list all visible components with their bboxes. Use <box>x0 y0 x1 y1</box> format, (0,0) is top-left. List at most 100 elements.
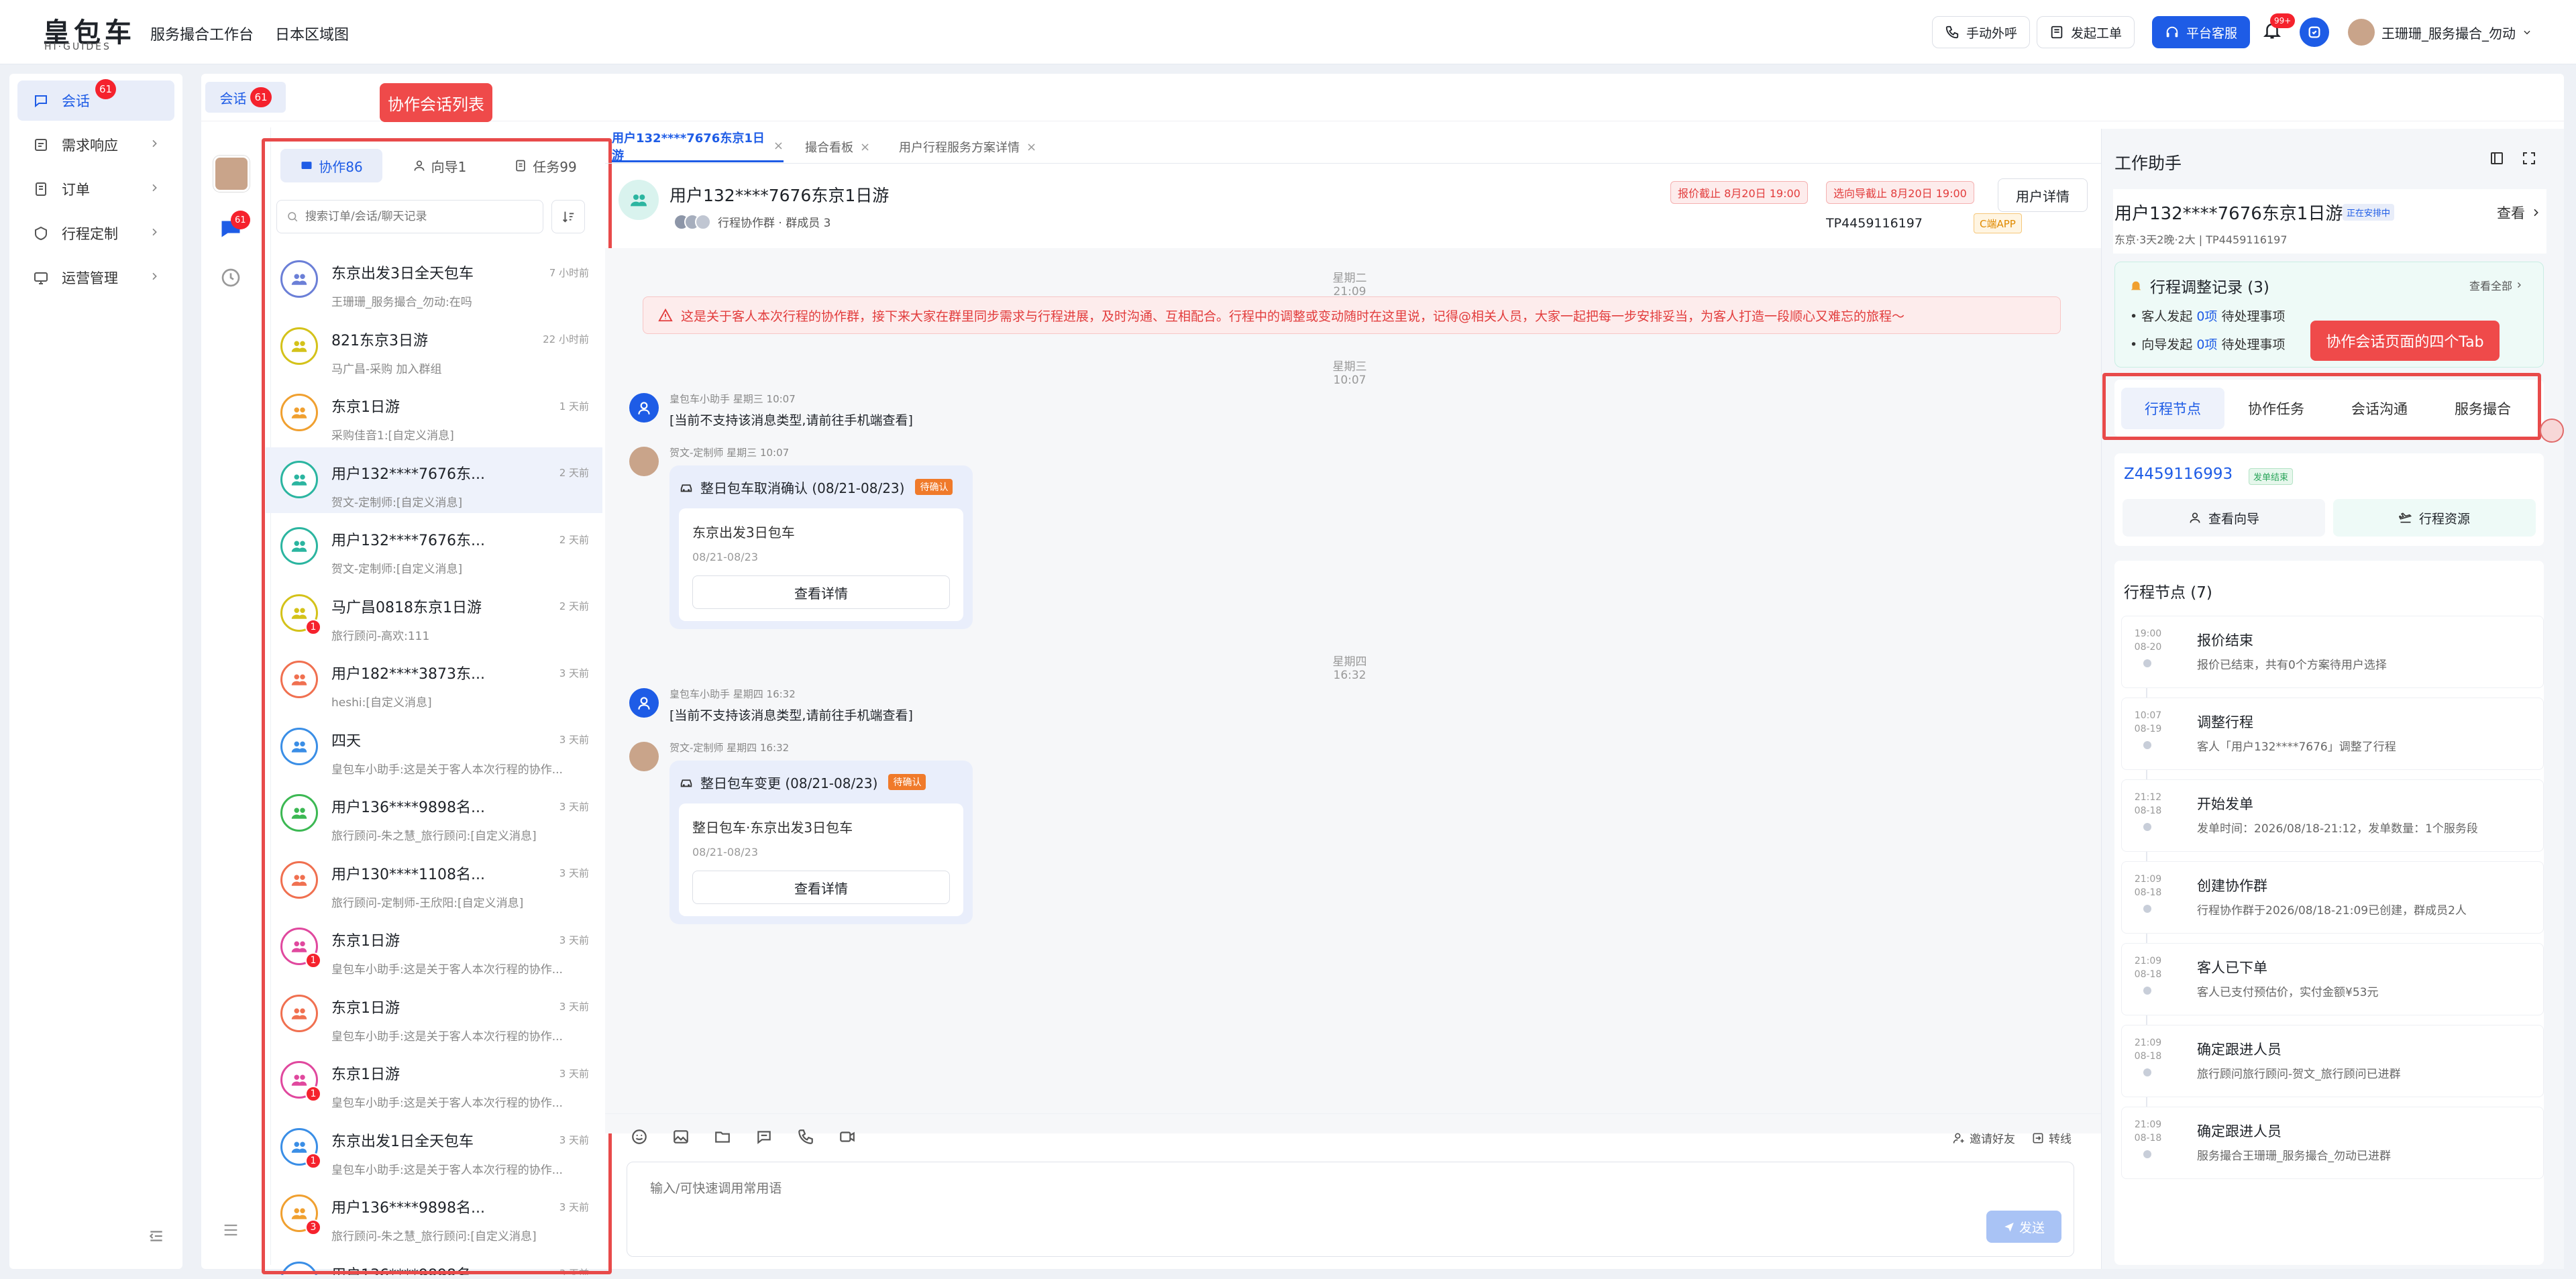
message-input-box[interactable]: 发送 <box>627 1162 2074 1257</box>
message-sender: 贺文-定制师 星期三 10:07 <box>669 447 790 459</box>
view-detail-button[interactable]: 查看详情 <box>692 575 950 609</box>
tab-chat[interactable]: 会话 61 <box>205 82 286 113</box>
close-icon[interactable]: × <box>1026 140 1036 154</box>
user-detail-button[interactable]: 用户详情 <box>1998 178 2088 212</box>
sidebar-item-chat[interactable]: 会话 61 <box>17 79 174 121</box>
order-icon <box>32 180 50 198</box>
trip-card: 整日包车变更 (08/21-08/23) 待确认 整日包车·东京出发3日包车 0… <box>669 761 973 924</box>
sidebar-item-order[interactable]: 订单 <box>17 169 174 209</box>
fullscreen-icon[interactable] <box>2521 150 2537 166</box>
sidebar-item-operations[interactable]: 运营管理 <box>17 258 174 298</box>
bot-icon <box>635 694 653 712</box>
node-description: 发单时间：2026/08/18-21:12，发单数量：1个服务段 <box>2197 822 2478 836</box>
collapse-sidebar-icon[interactable] <box>148 1227 165 1245</box>
notification-button[interactable]: 99+ <box>2262 13 2296 44</box>
guide-deadline-badge: 选向导截止 8月20日 19:00 <box>1826 181 1974 204</box>
layout-icon[interactable] <box>2489 150 2505 166</box>
view-trip-button[interactable]: 查看 <box>2497 203 2541 223</box>
node-title: 确定跟进人员 <box>2197 1042 2282 1058</box>
message-sender: 贺文-定制师 星期四 16:32 <box>669 742 790 754</box>
sidebar-item-label: 运营管理 <box>62 270 118 286</box>
platform-service-button[interactable]: 平台客服 <box>2152 16 2251 48</box>
invite-friend-label: 邀请好友 <box>1970 1133 2015 1146</box>
avatar <box>629 742 659 771</box>
adjust-count: 0项 <box>2196 309 2218 324</box>
card-title: 整日包车变更 (08/21-08/23) <box>700 775 878 791</box>
view-detail-button[interactable]: 查看详情 <box>692 871 950 904</box>
chat-title: 用户132****7676东京1日游 <box>669 186 890 205</box>
add-user-icon <box>1952 1131 1966 1145</box>
group-info[interactable]: 行程协作群 · 群成员 3 <box>674 213 830 230</box>
phone-icon[interactable] <box>797 1128 814 1146</box>
adjust-item: • 客人发起 0项 待处理事项 <box>2130 309 2286 324</box>
trip-node: 21:09 08-18 客人已下单 客人已支付预估价，实付金额¥53元 <box>2121 943 2544 1015</box>
trip-resource-button[interactable]: 行程资源 <box>2333 499 2536 537</box>
group-notice: 这是关于客人本次行程的协作群，接下来大家在群里同步需求与行程进展，及时沟通、互相… <box>643 296 2061 334</box>
view-all-link[interactable]: 查看全部 <box>2469 277 2523 293</box>
manual-call-label: 手动外呼 <box>1966 25 2018 41</box>
quick-reply-icon[interactable] <box>755 1128 773 1146</box>
tab-user-trip[interactable]: 用户132****7676东京1日游 × <box>612 131 784 163</box>
tab-label: 撮合看板 <box>805 141 853 155</box>
nav-japan-map[interactable]: 日本区域图 <box>275 23 349 44</box>
card-body: 东京出发3日包车 08/21-08/23 查看详情 <box>679 508 963 621</box>
bot-icon <box>635 399 653 416</box>
nav-workbench[interactable]: 服务撮合工作台 <box>150 23 254 44</box>
car-icon <box>679 480 694 494</box>
platform-service-label: 平台客服 <box>2186 25 2238 41</box>
close-icon[interactable]: × <box>860 140 870 154</box>
left-rail <box>201 127 271 1265</box>
request-icon <box>32 136 50 154</box>
folder-icon[interactable] <box>714 1128 731 1146</box>
trip-title: 用户132****7676东京1日游 <box>2114 204 2343 224</box>
status-badge: 待确认 <box>888 774 926 790</box>
timeline-dot <box>2143 1150 2151 1158</box>
trip-node: 10:07 08-19 调整行程 客人「用户132****7676」调整了行程 <box>2121 698 2544 770</box>
chevron-right-icon <box>149 271 160 282</box>
adjust-count: 0项 <box>2196 337 2218 352</box>
message-input[interactable] <box>650 1178 1925 1219</box>
video-icon[interactable] <box>839 1128 856 1146</box>
node-timestamp: 21:09 08-18 <box>2134 956 2162 980</box>
emoji-icon[interactable] <box>631 1128 648 1146</box>
timeline-dot <box>2143 1068 2151 1076</box>
plane-icon <box>2398 511 2412 524</box>
trip-summary: 用户132****7676东京1日游 正在安排中 查看 东京·3天2晚·2大 |… <box>2113 189 2546 254</box>
close-icon[interactable]: × <box>773 139 784 153</box>
avatar <box>2348 19 2375 46</box>
headset-icon <box>2165 25 2180 40</box>
sidebar-item-request[interactable]: 需求响应 <box>17 125 174 165</box>
order-number[interactable]: Z4459116993 <box>2124 465 2233 483</box>
date-separator: 星期三 10:07 <box>1332 360 1367 387</box>
create-ticket-button[interactable]: 发起工单 <box>2037 16 2135 48</box>
chat-icon <box>32 92 50 109</box>
app-switch-button[interactable] <box>2300 17 2329 47</box>
trip-node: 21:09 08-18 确定跟进人员 旅行顾问旅行顾问-贺文_旅行顾问已进群 <box>2121 1025 2544 1097</box>
user-menu[interactable]: 王珊珊_服务撮合_勿动 <box>2348 17 2532 47</box>
sidebar-item-label: 订单 <box>62 182 90 198</box>
adjust-prefix: 客人发起 <box>2141 309 2193 324</box>
ticket-icon <box>2049 25 2064 40</box>
send-icon <box>2003 1221 2015 1233</box>
manual-call-button[interactable]: 手动外呼 <box>1932 16 2031 48</box>
composer-divider <box>605 1113 2101 1114</box>
send-button[interactable]: 发送 <box>1986 1211 2061 1243</box>
tab-trip-plan[interactable]: 用户行程服务方案详情 × <box>899 131 1036 162</box>
tab-match-board[interactable]: 撮合看板 × <box>805 131 870 162</box>
floating-helper-icon[interactable] <box>2540 419 2564 443</box>
adjust-suffix: 待处理事项 <box>2221 337 2286 352</box>
transfer-icon <box>2031 1131 2045 1145</box>
transfer-button[interactable]: 转线 <box>2031 1129 2072 1146</box>
tp-number: TP4459116197 <box>1826 216 1923 231</box>
image-icon[interactable] <box>672 1128 690 1146</box>
node-description: 客人「用户132****7676」调整了行程 <box>2197 740 2396 754</box>
sidebar-item-itinerary[interactable]: 行程定制 <box>17 213 174 254</box>
invite-friend-button[interactable]: 邀请好友 <box>1952 1129 2015 1146</box>
user-name: 王珊珊_服务撮合_勿动 <box>2381 25 2516 42</box>
view-guide-button[interactable]: 查看向导 <box>2123 499 2325 537</box>
tab-label: 用户行程服务方案详情 <box>899 141 1020 155</box>
chevron-down-icon <box>2522 27 2532 37</box>
annotation-box-tabs <box>2102 373 2541 440</box>
timeline-dot <box>2143 905 2151 913</box>
card-subtitle: 整日包车·东京出发3日包车 <box>692 820 853 836</box>
